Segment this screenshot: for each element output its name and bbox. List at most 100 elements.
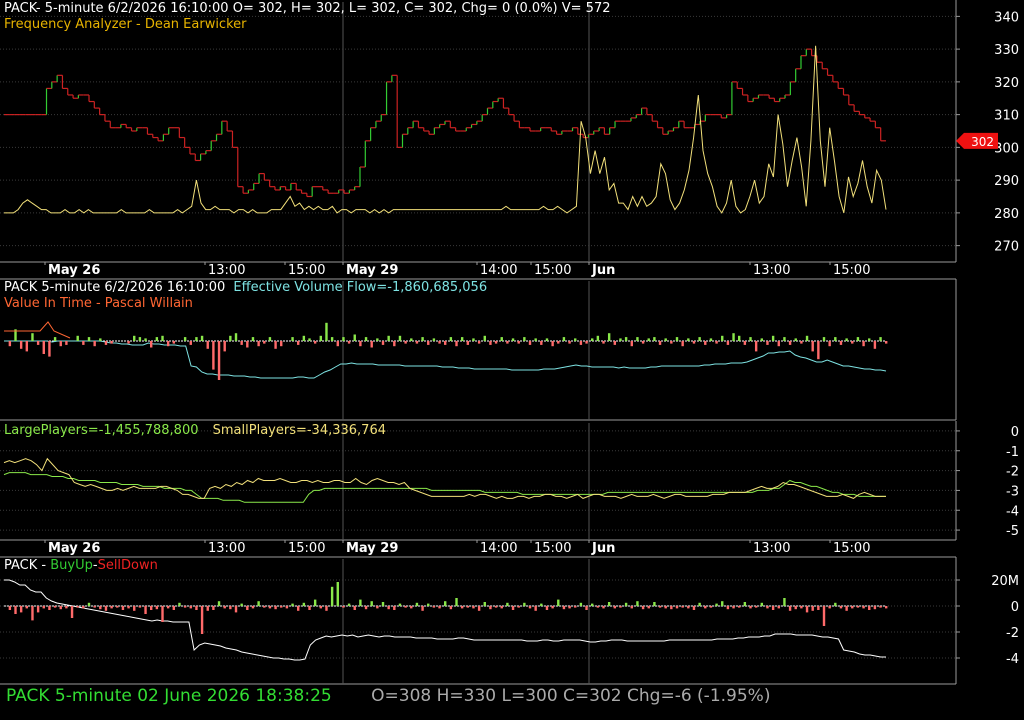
chart-canvas: May 26 13:00 15:00 May 29 14:00 15:00 Jun 13:00… bbox=[0, 0, 1019, 685]
buyup-volume-bar bbox=[540, 603, 543, 606]
volume-flow-bar bbox=[489, 341, 492, 345]
volume-flow-bar bbox=[444, 341, 447, 345]
buyup-volume-bar bbox=[223, 606, 226, 609]
buyup-selldown-line bbox=[4, 579, 886, 661]
volume-flow-bar bbox=[189, 341, 192, 345]
players-y-tick-label: -3 bbox=[1006, 484, 1019, 499]
volume-flow-bar bbox=[562, 337, 566, 341]
buyup-volume-bar bbox=[675, 606, 679, 609]
buyup-volume-bar bbox=[602, 606, 605, 609]
buyup-volume-bar bbox=[822, 606, 826, 626]
buyup-volume-bar bbox=[410, 606, 413, 609]
buyup-volume-bar bbox=[568, 606, 571, 609]
volume-flow-bar bbox=[99, 338, 102, 341]
buyup-volume-bar bbox=[653, 602, 656, 606]
buyup-selldown-panel-header: PACK - BuyUp-SellDown bbox=[4, 558, 158, 574]
buyup-volume-bar bbox=[545, 606, 549, 610]
volume-flow-bar bbox=[370, 341, 373, 348]
buyup-volume-bar bbox=[749, 606, 752, 609]
buyup-volume-bar bbox=[811, 606, 814, 611]
buyup-volume-bar bbox=[183, 606, 187, 608]
buyup-volume-bar bbox=[116, 606, 119, 608]
buyup-volume-bar bbox=[370, 601, 373, 606]
volume-flow-bar bbox=[223, 341, 226, 352]
buyup-volume-bar bbox=[144, 606, 147, 614]
time-tick-label: 13:00 bbox=[208, 541, 245, 556]
buyup-y-tick-label: -2 bbox=[1006, 626, 1019, 641]
time-tick-label: 15:00 bbox=[288, 263, 325, 278]
status-ohlc: O=308 H=330 L=300 C=302 Chg=-6 (-1.95%) bbox=[371, 686, 771, 706]
buyup-volume-bar bbox=[42, 606, 45, 609]
buyup-volume-bar bbox=[636, 601, 639, 606]
buyup-volume-bar bbox=[155, 606, 159, 610]
time-tick-label: 14:00 bbox=[480, 541, 517, 556]
volume-flow-bar bbox=[845, 338, 848, 341]
volume-flow-bar bbox=[19, 341, 23, 349]
volume-flow-bar bbox=[347, 341, 351, 344]
volume-flow-bar bbox=[138, 337, 142, 341]
buyup-volume-bar bbox=[427, 603, 430, 606]
selldown-label: SellDown bbox=[97, 558, 158, 573]
buyup-volume-bar bbox=[195, 606, 198, 610]
volume-flow-bar bbox=[155, 337, 159, 341]
volume-flow-bar bbox=[760, 338, 764, 341]
volume-flow-bar bbox=[658, 341, 662, 345]
volume-flow-bar bbox=[839, 341, 843, 345]
volume-flow-bar bbox=[619, 338, 622, 341]
buyup-volume-bar bbox=[511, 606, 515, 610]
buyup-volume-bar bbox=[743, 602, 747, 606]
players-y-tick-label: 0 bbox=[1011, 425, 1019, 440]
volume-flow-bar bbox=[834, 337, 837, 341]
buyup-volume-bar bbox=[817, 606, 820, 610]
buyup-volume-bar bbox=[851, 606, 854, 609]
time-tick-label: 13:00 bbox=[753, 263, 790, 278]
price-y-tick-label: 290 bbox=[994, 174, 1019, 189]
buyup-volume-bar bbox=[82, 606, 85, 609]
buyup-volume-bar bbox=[359, 599, 362, 606]
time-tick-label: 14:00 bbox=[480, 263, 517, 278]
volume-flow-bar bbox=[766, 341, 769, 345]
volume-flow-bar bbox=[59, 341, 62, 347]
buyup-volume-bar bbox=[449, 606, 453, 610]
buyup-volume-bar bbox=[150, 606, 153, 610]
buyup-volume-bar bbox=[681, 606, 684, 608]
volume-flow-bar bbox=[568, 341, 571, 344]
volume-flow-bar bbox=[110, 341, 113, 344]
buyup-volume-bar bbox=[771, 606, 775, 610]
volume-flow-bar bbox=[624, 337, 628, 341]
buyup-volume-bar bbox=[624, 602, 628, 606]
buyup-volume-bar bbox=[229, 606, 232, 610]
volume-flow-bar bbox=[427, 341, 430, 345]
buyup-y-tick-label: -4 bbox=[1006, 652, 1019, 667]
buyup-volume-bar bbox=[87, 602, 91, 606]
buyup-volume-bar bbox=[364, 606, 368, 610]
volume-flow-bar bbox=[251, 337, 255, 341]
buyup-volume-bar bbox=[868, 606, 871, 610]
buyup-volume-bar bbox=[110, 606, 113, 609]
buyup-volume-bar bbox=[178, 602, 181, 606]
time-tick-label: Jun bbox=[591, 263, 615, 278]
volume-flow-bar bbox=[455, 341, 458, 347]
buyup-volume-bar bbox=[709, 606, 713, 608]
buyup-volume-bar bbox=[36, 606, 40, 613]
volume-flow-bar bbox=[195, 337, 198, 341]
price-y-tick-label: 270 bbox=[994, 240, 1019, 255]
buyup-volume-bar bbox=[302, 602, 306, 606]
buyup-volume-bar bbox=[387, 606, 390, 610]
volume-flow-bar bbox=[574, 338, 577, 341]
volume-flow-bar bbox=[410, 338, 413, 341]
volume-flow-bar bbox=[477, 341, 481, 344]
volume-flow-bar bbox=[330, 337, 334, 341]
buyup-volume-bar bbox=[336, 582, 339, 606]
price-y-tick-label: 310 bbox=[994, 109, 1019, 124]
volume-flow-bar bbox=[325, 322, 328, 341]
buyup-volume-bar bbox=[557, 599, 560, 606]
status-bar: PACK 5-minute 02 June 2026 18:38:25 O=30… bbox=[6, 686, 770, 706]
volume-flow-bar bbox=[36, 341, 40, 345]
volume-flow-bar bbox=[229, 335, 232, 341]
volume-flow-bar bbox=[415, 341, 419, 344]
buyup-volume-bar bbox=[212, 606, 215, 610]
volume-flow-bar bbox=[805, 335, 809, 341]
buyup-volume-bar bbox=[200, 606, 204, 634]
volume-flow-bar bbox=[591, 338, 594, 341]
